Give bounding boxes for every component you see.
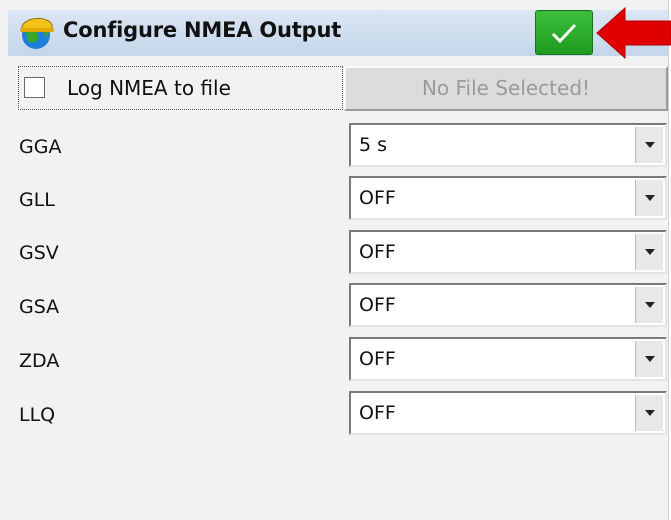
llq-value: OFF bbox=[359, 402, 396, 424]
gga-select[interactable]: 5 s bbox=[349, 123, 667, 167]
log-nmea-checkbox[interactable] bbox=[24, 77, 45, 98]
select-file-button[interactable]: No File Selected! bbox=[344, 66, 668, 111]
llq-label: LLQ bbox=[19, 404, 56, 426]
checkmark-icon bbox=[551, 23, 577, 43]
llq-dropdown-button[interactable] bbox=[635, 395, 663, 431]
gsa-dropdown-button[interactable] bbox=[635, 287, 663, 323]
gll-dropdown-button[interactable] bbox=[635, 180, 663, 216]
zda-value: OFF bbox=[359, 348, 396, 370]
dialog-window: Configure NMEA Output Log NMEA to file N… bbox=[0, 0, 671, 520]
llq-select[interactable]: OFF bbox=[349, 391, 667, 435]
chevron-down-icon bbox=[644, 142, 655, 148]
chevron-down-icon bbox=[644, 302, 655, 308]
gsa-label: GSA bbox=[19, 296, 60, 318]
globe-helmet-icon bbox=[20, 18, 54, 49]
gll-label: GLL bbox=[19, 189, 55, 211]
gll-value: OFF bbox=[359, 187, 396, 209]
gga-label: GGA bbox=[19, 136, 62, 158]
zda-dropdown-button[interactable] bbox=[635, 341, 663, 377]
log-nmea-checkbox-row[interactable]: Log NMEA to file bbox=[18, 66, 343, 110]
zda-label: ZDA bbox=[19, 350, 60, 372]
chevron-down-icon bbox=[644, 195, 655, 201]
gsv-label: GSV bbox=[19, 242, 59, 264]
gsa-value: OFF bbox=[359, 294, 396, 316]
gsa-select[interactable]: OFF bbox=[349, 283, 667, 327]
chevron-down-icon bbox=[644, 410, 655, 416]
log-nmea-label: Log NMEA to file bbox=[67, 76, 231, 100]
ok-button[interactable] bbox=[535, 10, 593, 55]
window-title: Configure NMEA Output bbox=[63, 18, 342, 42]
zda-select[interactable]: OFF bbox=[349, 337, 667, 381]
gsv-select[interactable]: OFF bbox=[349, 230, 667, 274]
chevron-down-icon bbox=[644, 249, 655, 255]
gga-dropdown-button[interactable] bbox=[635, 127, 663, 163]
gsv-dropdown-button[interactable] bbox=[635, 234, 663, 270]
chevron-down-icon bbox=[644, 356, 655, 362]
gga-value: 5 s bbox=[359, 134, 388, 156]
red-arrow-annotation bbox=[596, 6, 671, 60]
gll-select[interactable]: OFF bbox=[349, 176, 667, 220]
gsv-value: OFF bbox=[359, 241, 396, 263]
